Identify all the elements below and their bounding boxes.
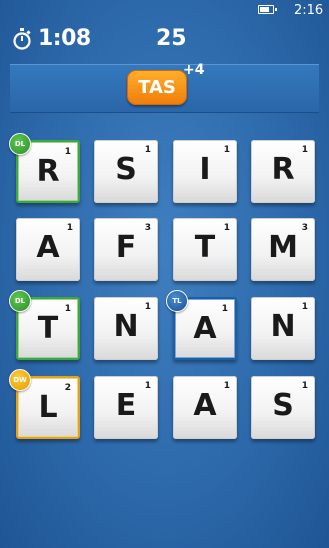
score: 25 [156, 26, 187, 51]
timer: 1:08 [38, 26, 91, 51]
tile-points: 1 [301, 145, 308, 155]
tile-letter: L [38, 390, 58, 425]
tile-letter: S [272, 388, 294, 423]
tile-points: 1 [144, 381, 151, 391]
letter-tile[interactable]: A1 [173, 376, 237, 439]
status-clock: 2:16 [294, 3, 324, 18]
word-bonus: +4 [183, 62, 205, 78]
tile-points: 1 [223, 145, 230, 155]
tile-points: 1 [223, 381, 230, 391]
stopwatch-icon [13, 28, 31, 50]
tile-letter: F [115, 230, 137, 265]
tile-points: 1 [301, 381, 308, 391]
tile-letter: R [271, 152, 295, 187]
tile-letter: I [199, 152, 211, 187]
tile-letter: A [193, 388, 217, 423]
bonus-badge-dl: DL [9, 290, 31, 312]
tile-letter: E [115, 388, 137, 423]
tile-letter: A [36, 230, 60, 265]
tile-letter: A [193, 311, 217, 346]
tile-points: 1 [144, 145, 151, 155]
tile-points: 1 [144, 302, 151, 312]
tile-letter: N [113, 309, 139, 344]
bonus-badge-dw: DW [9, 369, 31, 391]
tile-points: 3 [301, 223, 308, 233]
letter-tile[interactable]: S1 [94, 140, 158, 203]
tile-points: 3 [144, 223, 151, 233]
tile-letter: T [194, 230, 216, 265]
letter-tile[interactable]: R1 [251, 140, 315, 203]
tile-points: 1 [301, 302, 308, 312]
tile-points: 1 [64, 304, 71, 314]
letter-tile[interactable]: S1 [251, 376, 315, 439]
tile-points: 1 [66, 223, 73, 233]
bonus-badge-tl: TL [166, 290, 188, 312]
tile-letter: N [270, 309, 296, 344]
current-word[interactable]: TAS [127, 70, 187, 105]
tile-points: 1 [223, 223, 230, 233]
tile-letter: M [268, 230, 298, 265]
battery-icon [258, 5, 277, 14]
letter-tile[interactable]: M3 [251, 218, 315, 281]
letter-tile[interactable]: I1 [173, 140, 237, 203]
status-bar: 2:16 [0, 0, 329, 22]
letter-tile[interactable]: F3 [94, 218, 158, 281]
letter-tile[interactable]: N1 [251, 297, 315, 360]
bonus-badge-dl: DL [9, 133, 31, 155]
tile-letter: S [115, 152, 137, 187]
letter-tile[interactable]: T1 [173, 218, 237, 281]
letter-tile[interactable]: A1 [16, 218, 80, 281]
tile-points: 1 [64, 147, 71, 157]
tile-points: 1 [221, 304, 228, 314]
tile-points: 2 [64, 383, 71, 393]
tile-letter: T [37, 311, 59, 346]
letter-tile[interactable]: N1 [94, 297, 158, 360]
tile-letter: R [36, 154, 60, 189]
letter-tile[interactable]: E1 [94, 376, 158, 439]
